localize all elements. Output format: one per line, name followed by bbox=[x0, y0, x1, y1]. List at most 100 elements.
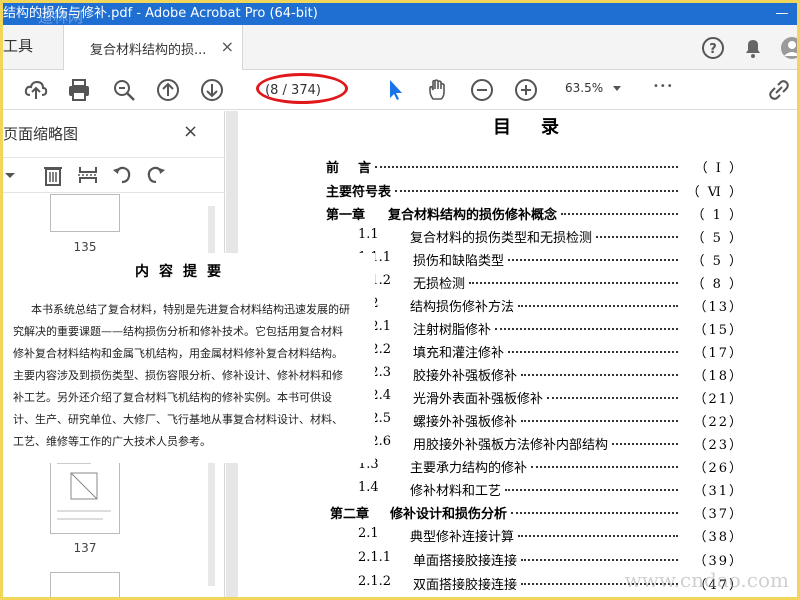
toc-entry-page: （23） bbox=[693, 438, 744, 453]
toc-entry-page: （ 1 ） bbox=[691, 208, 744, 223]
extract-page-icon[interactable] bbox=[76, 163, 100, 187]
toc-entry-number: 1.4 bbox=[358, 480, 379, 495]
toc-leader-dots bbox=[395, 190, 678, 192]
toc-entry-title: 光滑外表面补强板修补 bbox=[413, 392, 544, 407]
thumbnail-page-number: 137 bbox=[73, 541, 97, 555]
toc-entry-page: （ 5 ） bbox=[691, 231, 744, 246]
abstract-excerpt: 内容提要 本书系统总结了复合材料，特别是先进复合材料结构迅速发展的研 究解决的重… bbox=[3, 253, 375, 463]
thumbnail-page[interactable] bbox=[50, 194, 120, 232]
toc-entry[interactable]: 2.1.1 单面搭接胶接连接 （39） bbox=[238, 550, 742, 570]
toc-entry-title: 复合材料结构的损伤修补概念 bbox=[388, 208, 558, 223]
toc-entry-page: （ 5 ） bbox=[691, 254, 744, 269]
zoom-select[interactable]: 63.5% bbox=[565, 81, 603, 95]
toc-entry-number: 前 bbox=[326, 161, 340, 176]
toc-entry-title: 单面搭接胶接连接 bbox=[413, 554, 518, 569]
toc-entry-title: 无损检测 bbox=[413, 277, 466, 292]
panel-toolbar bbox=[3, 157, 225, 193]
select-cursor-icon[interactable] bbox=[383, 77, 409, 103]
toc-entry-title: 用胶接外补强板方法修补内部结构 bbox=[413, 438, 609, 453]
toc-leader-dots bbox=[612, 443, 678, 445]
toc-leader-dots bbox=[508, 351, 678, 353]
toc-entry-title: 结构损伤修补方法 bbox=[410, 300, 515, 315]
panel-title: 页面缩略图 bbox=[3, 125, 79, 143]
toc-entry-number: 2.1.1 bbox=[358, 550, 392, 565]
tab-tools[interactable]: 工具 bbox=[3, 35, 33, 56]
toc-entry[interactable]: 主要符号表 （ Ⅵ ） bbox=[238, 181, 742, 201]
toc-leader-dots bbox=[495, 328, 678, 330]
toc-entry-title: 典型修补连接计算 bbox=[410, 530, 515, 545]
bell-icon[interactable] bbox=[740, 35, 766, 61]
toc-entry-number: 2.1 bbox=[358, 526, 379, 541]
zoom-in-icon[interactable] bbox=[513, 77, 539, 103]
rotate-right-icon[interactable] bbox=[144, 163, 168, 187]
abstract-line: 补工艺。另外还介绍了复合材料飞机结构的修补实例。本书可供设 bbox=[13, 391, 332, 404]
abstract-line: 主要内容涉及到损伤类型、损伤容限分析、修补设计、修补材料和修 bbox=[13, 369, 343, 382]
toc-leader-dots bbox=[521, 420, 678, 422]
abstract-line: 本书系统总结了复合材料，特别是先进复合材料结构迅速发展的研 bbox=[31, 303, 350, 316]
toc-entry-page: （18） bbox=[693, 369, 744, 384]
user-icon[interactable] bbox=[779, 35, 800, 61]
app-frame: 结构的损伤与修补.pdf - Adobe Acrobat Pro (64-bit… bbox=[0, 0, 800, 600]
toc-entry-page: （38） bbox=[693, 530, 744, 545]
cloud-upload-icon[interactable] bbox=[23, 77, 49, 103]
toc-entry[interactable]: 2.1 典型修补连接计算 （38） bbox=[238, 526, 742, 546]
abstract-line: 计、生产、研究单位、大修厂、飞行基地从事复合材料设计、材料、 bbox=[13, 413, 343, 426]
hand-tool-icon[interactable] bbox=[425, 77, 451, 103]
toc-entry-title: 修补材料和工艺 bbox=[410, 484, 502, 499]
toc-entry[interactable]: 第二章 修补设计和损伤分析 （37） bbox=[238, 503, 742, 523]
rotate-left-icon[interactable] bbox=[110, 163, 134, 187]
toc-entry[interactable]: 第一章 复合材料结构的损伤修补概念 （ 1 ） bbox=[238, 204, 742, 224]
next-page-icon[interactable] bbox=[199, 77, 225, 103]
toc-entry-title: 注射树脂修补 bbox=[413, 323, 492, 338]
toolbar: (8 / 374) 63.5% ••• bbox=[3, 70, 797, 110]
toc-entry-page: （15） bbox=[693, 323, 744, 338]
toc-entry-page: （ 8 ） bbox=[691, 277, 744, 292]
watermark-bottom: www.cndao.com bbox=[624, 568, 789, 592]
delete-icon[interactable] bbox=[41, 163, 65, 187]
abstract-line: 究解决的重要课题——结构损伤分析和修补技术。它包括用复合材料 bbox=[13, 325, 343, 338]
prev-page-icon[interactable] bbox=[155, 77, 181, 103]
zoom-out-icon[interactable] bbox=[469, 77, 495, 103]
toc-entry-title: 双面搭接胶接连接 bbox=[413, 578, 518, 593]
print-icon[interactable] bbox=[66, 77, 92, 103]
toc-entry[interactable]: 1.4 修补材料和工艺 （31） bbox=[238, 480, 742, 500]
toc-entry-number: 2.1.2 bbox=[358, 574, 392, 589]
thumbnail-drawing-icon bbox=[57, 462, 111, 520]
toc-entry-title: 螺接外补强板修补 bbox=[413, 415, 518, 430]
toc-entry-page: （26） bbox=[693, 461, 744, 476]
toc-entry-title: 修补设计和损伤分析 bbox=[390, 507, 508, 522]
tab-close-icon[interactable]: × bbox=[221, 37, 234, 56]
chevron-down-icon[interactable] bbox=[613, 86, 621, 91]
thumbnail-page-number: 135 bbox=[73, 240, 97, 254]
tab-document-label: 复合材料结构的损... bbox=[90, 43, 207, 58]
svg-text:?: ? bbox=[709, 42, 717, 57]
more-options-icon[interactable]: ••• bbox=[653, 81, 674, 92]
panel-close-icon[interactable]: × bbox=[183, 121, 198, 142]
toc-entry-title: 损伤和缺陷类型 bbox=[413, 254, 505, 269]
thumbnail-page[interactable] bbox=[50, 454, 120, 534]
title-bar: 结构的损伤与修补.pdf - Adobe Acrobat Pro (64-bit… bbox=[3, 3, 797, 25]
toc-entry-page: （39） bbox=[693, 554, 744, 569]
tab-document[interactable]: 复合材料结构的损... × bbox=[63, 25, 243, 70]
link-share-icon[interactable] bbox=[766, 77, 792, 103]
zoom-search-icon[interactable] bbox=[111, 77, 137, 103]
minimize-button[interactable]: — bbox=[767, 3, 797, 25]
toc-entry[interactable]: 1.1 复合材料的损伤类型和无损检测 （ 5 ） bbox=[238, 227, 742, 247]
toc-leader-dots bbox=[508, 259, 678, 261]
abstract-line: 修补复合材料结构和金属飞机结构，用金属材料修补复合材料结构。 bbox=[13, 347, 343, 360]
highlight-ellipse bbox=[256, 73, 348, 104]
toc-entry[interactable]: 前 言 （ Ⅰ ） bbox=[238, 157, 742, 177]
toc-leader-dots bbox=[561, 213, 678, 215]
help-icon[interactable]: ? bbox=[700, 35, 726, 61]
toc-entry-page: （13） bbox=[693, 300, 744, 315]
toc-entry-title: 主要承力结构的修补 bbox=[410, 461, 528, 476]
options-caret-icon[interactable] bbox=[3, 163, 17, 187]
toc-entry-number: 第一章 bbox=[326, 208, 366, 223]
toc-leader-dots bbox=[521, 559, 678, 561]
toc-leader-dots bbox=[469, 282, 678, 284]
tab-bar: 工具 复合材料结构的损... × ? bbox=[3, 25, 797, 70]
thumbnail-page[interactable] bbox=[50, 572, 120, 597]
toc-leader-dots bbox=[596, 236, 678, 238]
toc-entry-page: （22） bbox=[693, 415, 744, 430]
toc-leader-dots bbox=[547, 397, 678, 399]
